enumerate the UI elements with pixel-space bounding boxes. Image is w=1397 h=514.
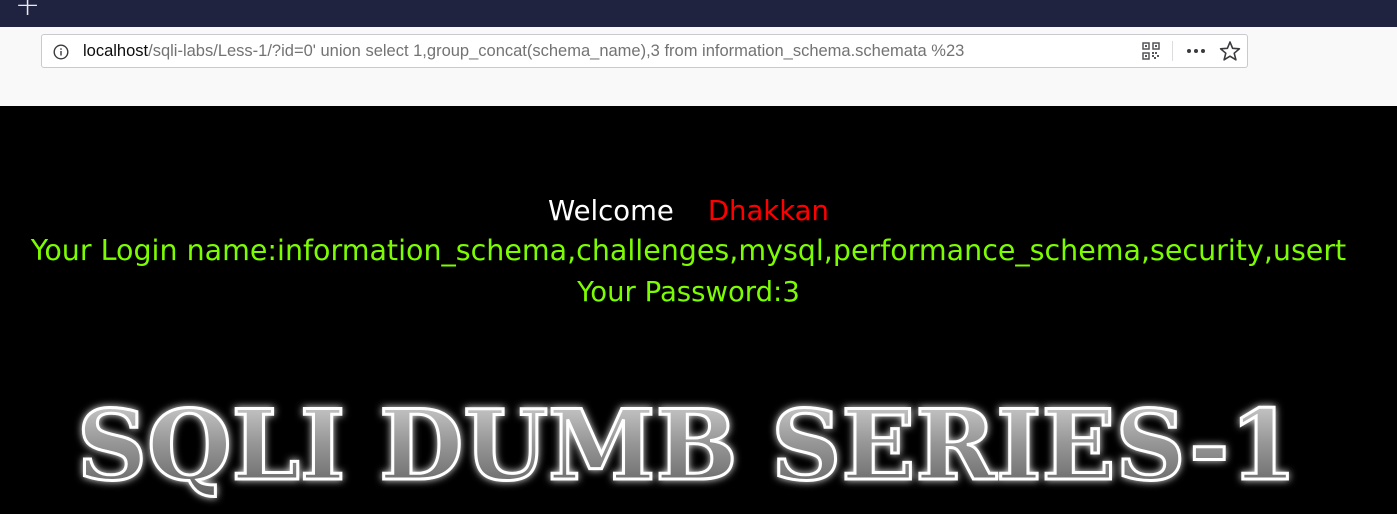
info-icon[interactable] (53, 44, 69, 60)
login-name-line: Your Login name:information_schema,chall… (30, 234, 1347, 267)
browser-toolbar: localhost/sqli-labs/Less-1/?id=0' union … (0, 27, 1397, 106)
url-text[interactable]: localhost/sqli-labs/Less-1/?id=0' union … (83, 35, 964, 67)
qr-code-icon[interactable] (1142, 42, 1160, 60)
bookmark-star-icon[interactable] (1219, 40, 1241, 62)
page-content: Welcome Dhakkan Your Login name:informati… (0, 106, 1397, 514)
new-tab-button[interactable]: + (15, 0, 40, 21)
tab-bar: + (0, 0, 1397, 27)
welcome-username: Dhakkan (707, 195, 829, 227)
url-bar-divider (1172, 41, 1173, 61)
url-host: localhost (83, 42, 149, 60)
sqli-dumb-series-banner: SQLI DUMB SERIES-1 (76, 388, 1299, 504)
url-bar[interactable]: localhost/sqli-labs/Less-1/?id=0' union … (41, 34, 1248, 68)
url-path: /sqli-labs/Less-1/?id=0' union select 1,… (148, 42, 965, 60)
more-icon[interactable] (1185, 41, 1207, 61)
welcome-label: Welcome (548, 195, 674, 227)
password-line: Your Password:3 (577, 276, 800, 308)
welcome-line: Welcome Dhakkan (0, 195, 1377, 227)
banner-text: SQLI DUMB SERIES-1 (77, 389, 1297, 502)
